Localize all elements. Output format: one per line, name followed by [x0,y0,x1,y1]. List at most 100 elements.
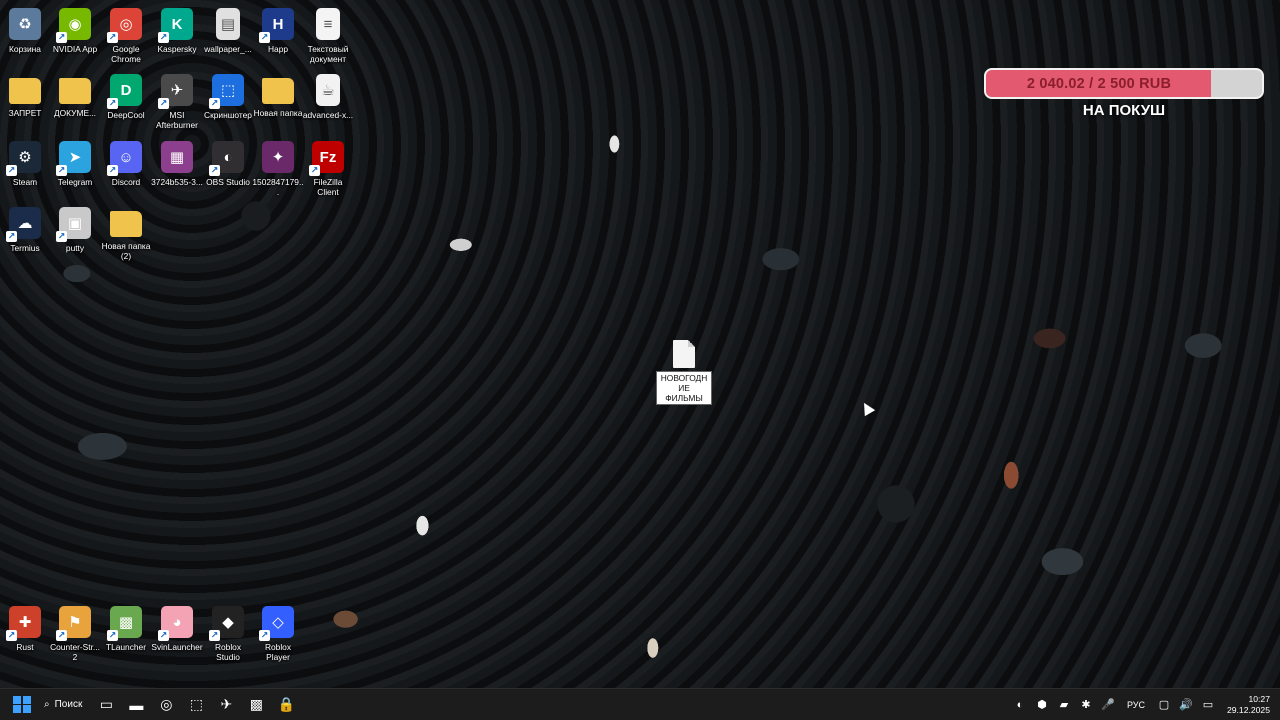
shortcut-arrow-icon: ↗ [209,98,220,109]
desktop-icon-deepcool[interactable]: D ↗ DeepCool [100,74,152,120]
desktop-icon-obs[interactable]: ◐ ↗ OBS Studio [202,141,254,187]
desktop-icon-termius[interactable]: ☁ ↗ Termius [0,207,51,253]
shortcut-arrow-icon: ↗ [56,231,67,242]
obs-tray-icon[interactable]: ◐ [1009,698,1031,711]
obs-icon: ◐ ↗ [209,141,244,176]
taskbar-pinned-apps: ▭ ▬ ◎ ⬚ ✈ ▩ 🔒 [90,691,300,719]
shortcut-arrow-icon: ↗ [209,630,220,641]
desktop-icon-happ[interactable]: H ↗ Happ [252,8,304,54]
desktop-icon-video-file[interactable]: ✦ 1502847179... [252,141,304,197]
desktop-icon-kaspersky[interactable]: K ↗ Kaspersky [151,8,203,54]
desktop-icon-folder[interactable]: ДОКУМЕ... [49,74,101,118]
desktop-icon-winrar-archive[interactable]: ▦ 3724b535-3... [151,141,203,187]
desktop-icon-tlauncher[interactable]: ▩ ↗ TLauncher [100,606,152,652]
bluetooth-tray-icon[interactable]: ✱ [1075,698,1097,711]
text-document-icon [673,340,695,368]
taskbar-tlauncher-button[interactable]: ▩ [242,691,270,719]
desktop-icon-label: TLauncher [105,642,147,652]
taskbar-screenshot-button[interactable]: ⬚ [182,691,210,719]
language-indicator[interactable]: РУС [1119,700,1153,710]
screenshot-icon: ⬚ [189,696,203,712]
shortcut-arrow-icon: ↗ [107,165,118,176]
roblox-player-icon: ◇ ↗ [259,606,294,641]
image-file-icon: ▤ [216,8,240,40]
desktop-icon-screenshot[interactable]: ⬚ ↗ Скриншотер [202,74,254,120]
desktop-icon-folder[interactable]: ЗАПРЕТ [0,74,51,118]
desktop-icon-image-file[interactable]: ▤ wallpaper_... [202,8,254,54]
desktop-icon-recycle-bin[interactable]: ♻ Корзина [0,8,51,54]
termius-icon: ☁ ↗ [6,207,41,242]
svinlauncher-icon: ◕ ↗ [158,606,193,641]
desktop-icon-roblox-studio[interactable]: ◆ ↗ Roblox Studio [202,606,254,662]
taskbar-chrome-button[interactable]: ◎ [152,691,180,719]
shortcut-arrow-icon: ↗ [56,165,67,176]
folder-icon [262,78,294,104]
desktop-icon-label: Скриншотер [204,110,252,120]
recycle-bin-icon: ♻ [9,8,41,40]
desktop-icon-label: Новая папка [253,108,303,118]
desktop-icon-label: Rust [16,642,34,652]
nvidia-tray-icon[interactable]: ▰ [1053,698,1075,711]
shortcut-arrow-icon: ↗ [209,165,220,176]
desktop-icon-label: Counter-Str... 2 [50,642,100,662]
volume-icon[interactable]: 🔊 [1175,698,1197,711]
kaspersky-tray-icon[interactable]: ⬢ [1031,698,1053,711]
discord-icon: ☺ ↗ [107,141,142,176]
desktop-icon-label: Roblox Studio [214,642,242,662]
task-view-icon: ▭ [99,696,113,712]
deepcool-icon: D ↗ [107,74,142,109]
text-document-icon: ≡ [316,8,340,40]
msi-afterburner-icon: ✈ ↗ [158,74,193,109]
desktop-icon-filezilla[interactable]: Fz ↗ FileZilla Client [302,141,354,197]
desktop-icon-label: НОВОГОДН ИЕ ФИЛЬМЫ [656,371,712,405]
desktop-icon-putty[interactable]: ▣ ↗ putty [49,207,101,253]
desktop-icon-label: Google Chrome [111,44,141,64]
desktop-icon-folder[interactable]: Новая папка [252,74,304,118]
shortcut-arrow-icon: ↗ [158,98,169,109]
desktop-icon-nvidia[interactable]: ◉ ↗ NVIDIA App [49,8,101,54]
desktop-icon-label: putty [65,243,85,253]
desktop-icon-folder[interactable]: Новая папка (2) [100,207,152,261]
goal-progress-bar: 2 040.02 / 2 500 RUB [984,68,1264,99]
desktop-icon-chrome[interactable]: ◎ ↗ Google Chrome [100,8,152,64]
desktop-icon-counter-strike[interactable]: ⚑ ↗ Counter-Str... 2 [49,606,101,662]
filezilla-icon: Fz ↗ [309,141,344,176]
desktop-icon-label: ЗАПРЕТ [8,108,42,118]
desktop-icon-label: Roblox Player [264,642,292,662]
kaspersky-icon: K ↗ [158,8,193,43]
battery-icon[interactable]: ▭ [1197,698,1219,711]
desktop-icon-steam[interactable]: ⚙ ↗ Steam [0,141,51,187]
clock[interactable]: 10:27 29.12.2025 [1219,694,1280,716]
desktop-icon-svinlauncher[interactable]: ◕ ↗ SvinLauncher [151,606,203,652]
desktop-icon-label: OBS Studio [206,177,250,187]
desktop-icon-msi-afterburner[interactable]: ✈ ↗ MSI Afterburner [151,74,203,130]
search-icon: ⌕ [44,699,50,710]
desktop-icon-label: advanced-x... [302,110,354,120]
desktop-icon-label: Корзина [9,44,41,54]
desktop-icon-roblox-player[interactable]: ◇ ↗ Roblox Player [252,606,304,662]
desktop-icon-discord[interactable]: ☺ ↗ Discord [100,141,152,187]
start-button[interactable] [8,691,36,719]
shortcut-arrow-icon: ↗ [107,32,118,43]
microphone-tray-icon[interactable]: 🎤 [1097,698,1119,711]
system-tray: ◐ ⬢ ▰ ✱ 🎤 РУС ▢ 🔊 ▭ 10:27 29.12.2025 [1009,689,1280,720]
desktop-icon-label: Steam [12,177,38,187]
nvidia-icon: ◉ ↗ [56,8,91,43]
desktop-icon-label: Happ [267,44,289,54]
taskbar-lock-button[interactable]: 🔒 [272,691,300,719]
counter-strike-icon: ⚑ ↗ [56,606,91,641]
desktop-file-new-year-movies[interactable]: НОВОГОДН ИЕ ФИЛЬМЫ [656,340,712,405]
desktop-icon-label: Discord [111,177,141,187]
desktop-icon-telegram[interactable]: ➤ ↗ Telegram [49,141,101,187]
desktop-icon-text-document[interactable]: ≡ Текстовый документ [302,8,354,64]
lock-icon: 🔒 [277,696,296,712]
taskbar-search[interactable]: ⌕ Поиск [36,691,90,719]
desktop-icon-java-file[interactable]: ☕ advanced-x... [302,74,354,120]
display-icon[interactable]: ▢ [1153,698,1175,711]
desktop-icon-label: NVIDIA App [52,44,98,54]
desktop-icon-label: Kaspersky [157,44,197,54]
desktop-icon-rust[interactable]: ✚ ↗ Rust [0,606,51,652]
taskbar-task-view-button[interactable]: ▭ [92,691,120,719]
taskbar-file-explorer-button[interactable]: ▬ [122,691,150,719]
taskbar-msi-afterburner-button[interactable]: ✈ [212,691,240,719]
